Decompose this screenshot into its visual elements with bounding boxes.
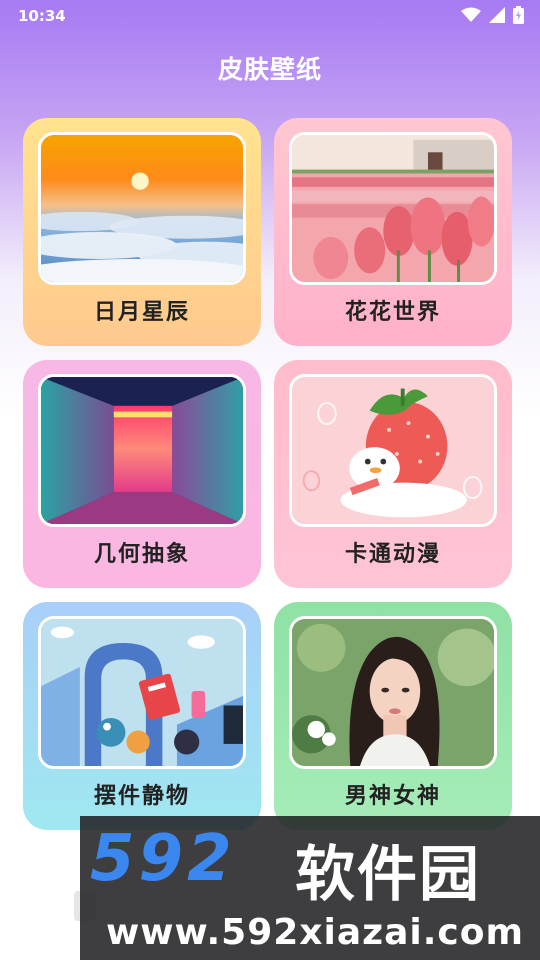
category-label: 花花世界: [344, 300, 441, 325]
category-thumbnail: [38, 132, 246, 285]
category-thumbnail: [289, 132, 497, 285]
watermark-overlay: 592 软件园 www.592xiazai.com: [80, 816, 540, 960]
category-label: 几何抽象: [93, 542, 190, 567]
watermark-url: www.592xiazai.com: [106, 912, 524, 953]
page-title: 皮肤壁纸: [217, 55, 322, 84]
category-card-geometric-abstract[interactable]: 几何抽象: [23, 360, 261, 588]
category-card-gods-goddesses[interactable]: 男神女神: [274, 602, 512, 830]
category-card-still-life[interactable]: 摆件静物: [23, 602, 261, 830]
category-label: 卡通动漫: [344, 542, 441, 567]
category-card-sun-moon-stars[interactable]: 日月星辰: [23, 118, 261, 346]
status-bar: 10:34: [0, 0, 540, 32]
status-time: 10:34: [18, 7, 66, 25]
category-thumbnail: [38, 374, 246, 527]
signal-icon: [489, 7, 505, 27]
battery-charging-icon: [513, 6, 524, 28]
category-label: 摆件静物: [93, 784, 190, 809]
category-label: 男神女神: [344, 784, 441, 809]
category-thumbnail: [289, 616, 497, 769]
category-card-cartoon-anime[interactable]: 卡通动漫: [274, 360, 512, 588]
status-icons: [461, 6, 524, 28]
wifi-icon: [461, 7, 481, 27]
category-label: 日月星辰: [93, 300, 190, 325]
watermark-logo-number: 592: [90, 822, 236, 896]
category-card-flower-world[interactable]: 花花世界: [274, 118, 512, 346]
category-thumbnail: [289, 374, 497, 527]
category-thumbnail: [38, 616, 246, 769]
watermark-logo-text: 软件园: [295, 840, 481, 910]
